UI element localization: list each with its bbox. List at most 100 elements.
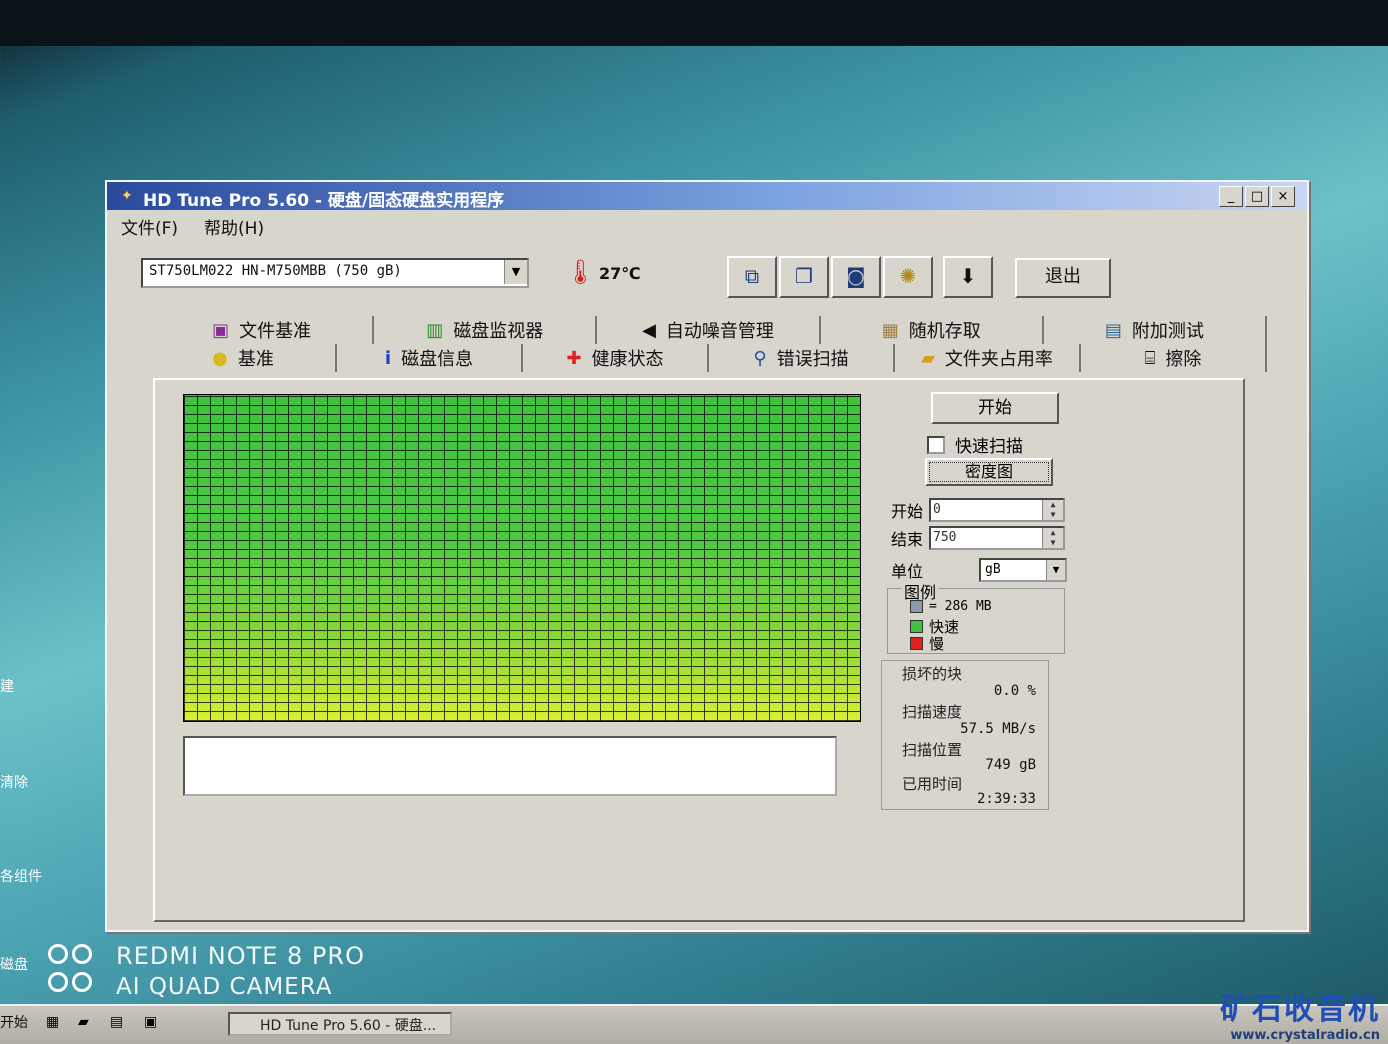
speed-label: 扫描速度 [902,703,963,721]
maximize-button[interactable]: □ [1245,186,1269,207]
tab-aam[interactable]: ◀ 自动噪音管理 [597,316,821,344]
menu-help[interactable]: 帮助(H) [204,214,264,239]
start-field[interactable]: 0 ▲ ▼ [929,498,1066,522]
copy-screen-icon: ❐ [795,264,813,288]
quick-scan-checkbox[interactable] [927,435,945,454]
end-field[interactable]: 750 ▲ ▼ [929,526,1066,550]
monitor-bezel [0,0,1388,46]
quicklaunch-icon[interactable]: ▤ [110,1014,128,1032]
magnifier-icon: ⚲ [753,347,767,369]
tab-label: 磁盘监视器 [453,321,544,342]
start-row: 开始 0 ▲ ▼ [891,498,1066,522]
random-access-icon: ▦ [881,319,899,341]
save-download-icon: ⬇ [959,264,977,288]
health-cross-icon: ✚ [566,347,582,369]
tab-label: 基准 [237,349,274,370]
app-icon: ✦ [121,188,133,204]
unit-value: gB [985,562,1001,577]
scan-log[interactable] [183,736,837,796]
minimize-button[interactable]: _ [1219,186,1243,207]
quicklaunch-icon[interactable]: ▣ [144,1014,162,1032]
tab-extra-tests[interactable]: ▤ 附加测试 [1044,316,1268,344]
options-icon: ✺ [899,264,917,288]
legend-item: = 286 MB [910,599,992,614]
tab-label: 错误扫描 [776,349,849,370]
disk-monitor-icon: ▥ [426,319,444,341]
legend-label: 慢 [929,635,945,653]
watermark-line2: AI QUAD CAMERA [116,974,333,1000]
tab-label: 随机存取 [908,321,981,342]
file-benchmark-icon: ▣ [212,319,230,341]
close-button[interactable]: × [1271,186,1295,207]
end-value: 750 [933,530,957,545]
start-button[interactable]: 开始 [0,1012,28,1032]
save-button[interactable]: ⬇ [943,256,993,298]
temperature-readout: 27℃ [599,264,641,283]
chevron-down-icon[interactable]: ▼ [1046,560,1066,580]
position-value: 749 gB [985,757,1036,773]
start-scan-button[interactable]: 开始 [931,392,1059,424]
options-button[interactable]: ✺ [883,256,933,298]
copy-text-icon: ⧉ [744,264,760,288]
title-bar[interactable]: ✦ HD Tune Pro 5.60 - 硬盘/固态硬盘实用程序 _ □ × [107,182,1307,211]
info-icon: i [384,347,392,369]
tab-folder-usage[interactable]: ▰ 文件夹占用率 [895,344,1081,372]
benchmark-bulb-icon: ● [212,347,228,369]
desktop-label[interactable]: 磁盘 [0,954,28,974]
legend-item: 慢 [910,633,944,654]
hdtune-window: ✦ HD Tune Pro 5.60 - 硬盘/固态硬盘实用程序 _ □ × 文… [105,180,1309,932]
tab-health[interactable]: ✚ 健康状态 [523,344,709,372]
start-value: 0 [933,502,941,517]
tab-label: 附加测试 [1131,321,1204,342]
elapsed-label: 已用时间 [902,775,963,793]
taskbar-task-hdtune[interactable]: HD Tune Pro 5.60 - 硬盘... [228,1012,452,1036]
end-spinner[interactable]: ▲ ▼ [1042,528,1064,548]
tab-erase[interactable]: ⌸ 擦除 [1081,344,1267,372]
tab-disk-info[interactable]: i 磁盘信息 [337,344,523,372]
tab-random-access[interactable]: ▦ 随机存取 [821,316,1044,344]
scan-stats: 损坏的块 0.0 % 扫描速度 57.5 MB/s 扫描位置 749 gB 已用… [881,660,1049,810]
quick-scan-option[interactable]: 快速扫描 [927,432,1023,457]
folder-icon[interactable]: ▰ [78,1014,96,1032]
tab-label: 文件夹占用率 [944,349,1053,370]
window-title: HD Tune Pro 5.60 - 硬盘/固态硬盘实用程序 [143,191,505,211]
folder-icon: ▰ [921,347,935,369]
legend-label: = 286 MB [929,599,992,614]
speed-value: 57.5 MB/s [960,721,1036,737]
legend-swatch [910,620,923,633]
brand-url: www.crystalradio.cn [1230,1028,1380,1043]
tab-benchmark[interactable]: ● 基准 [151,344,337,372]
desktop-label[interactable]: 清除 [0,772,28,792]
desktop-label[interactable]: 建 [0,676,14,696]
screenshot-button[interactable]: ◙ [831,256,881,298]
error-scan-panel: 开始 快速扫描 密度图 开始 0 ▲ ▼ 结束 750 ▲ ▼ 单位 gB ▼ 图例 = … [153,378,1245,922]
copy-text-button[interactable]: ⧉ [727,256,777,298]
position-label: 扫描位置 [902,741,963,759]
camera-dots-icon [48,940,98,996]
exit-button[interactable]: 退出 [1015,258,1111,298]
tab-error-scan[interactable]: ⚲ 错误扫描 [709,344,895,372]
damaged-value: 0.0 % [993,683,1036,699]
menu-bar: 文件(F) 帮助(H) [121,214,264,239]
menu-file[interactable]: 文件(F) [121,214,178,239]
brand-name: 矿石收音机 [1220,992,1380,1027]
damaged-label: 损坏的块 [902,665,963,683]
scan-controls: 开始 快速扫描 密度图 开始 0 ▲ ▼ 结束 750 ▲ ▼ 单位 gB ▼ 图例 = … [881,388,1149,908]
chevron-down-icon[interactable]: ▼ [504,260,527,284]
legend-box: 图例 = 286 MB 快速 慢 [887,579,1065,654]
drive-select-value: ST750LM022 HN-M750MBB (750 gB) [149,263,402,279]
unit-select[interactable]: gB ▼ [979,558,1068,582]
site-watermark: 矿石收音机 www.crystalradio.cn [1210,984,1380,1043]
start-spinner[interactable]: ▲ ▼ [1042,500,1064,520]
tab-label: 自动噪音管理 [665,321,774,342]
tab-disk-monitor[interactable]: ▥ 磁盘监视器 [374,316,598,344]
tab-label: 擦除 [1165,349,1202,370]
taskbar: 开始 ▦ ▰ ▤ ▣ HD Tune Pro 5.60 - 硬盘... [0,1004,1388,1044]
desktop-label[interactable]: 各组件 [0,866,42,886]
drive-select[interactable]: ST750LM022 HN-M750MBB (750 gB) ▼ [141,258,529,288]
density-map-button[interactable]: 密度图 [925,458,1053,486]
copy-screen-button[interactable]: ❐ [779,256,829,298]
thermometer-icon: 🌡 [565,258,596,286]
tab-file-benchmark[interactable]: ▣ 文件基准 [151,316,375,344]
quicklaunch-icon[interactable]: ▦ [46,1014,64,1032]
